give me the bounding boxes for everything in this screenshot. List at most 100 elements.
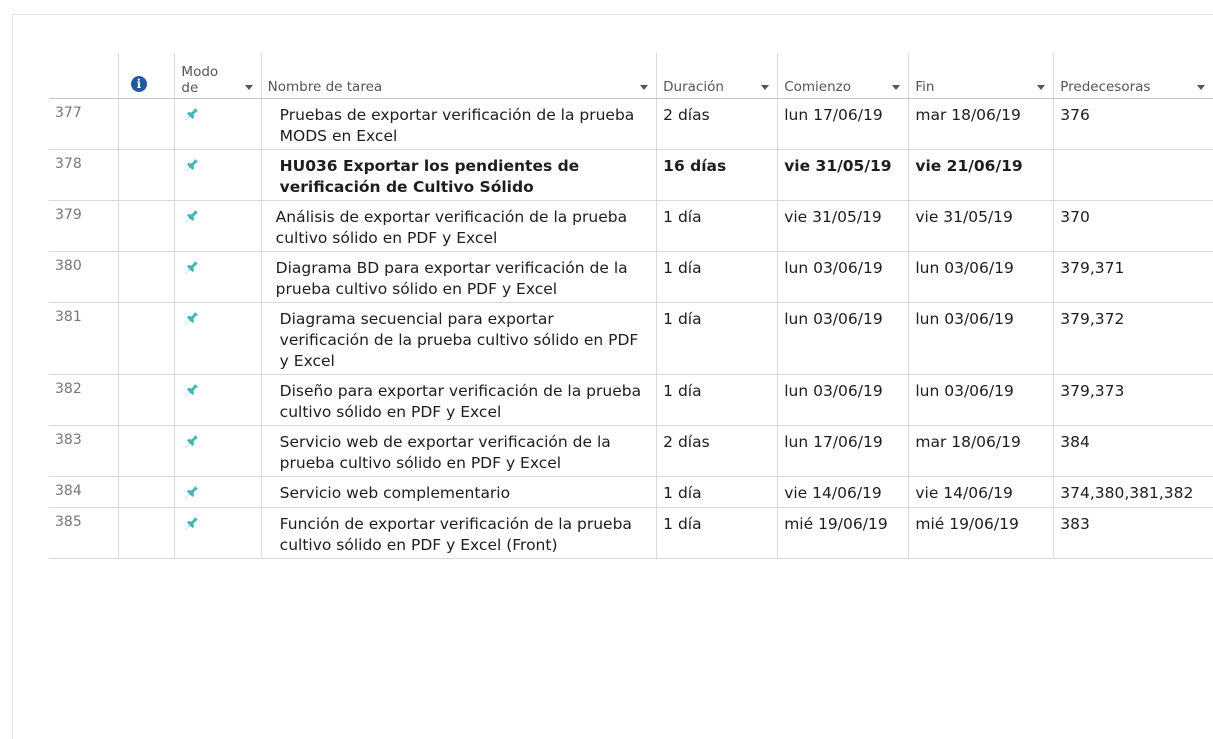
header-row-number[interactable]: [49, 53, 119, 99]
header-end[interactable]: Fin: [908, 53, 1055, 99]
task-mode-cell[interactable]: [174, 251, 262, 303]
task-predecessors-cell[interactable]: 376: [1053, 98, 1213, 150]
task-end-cell[interactable]: vie 31/05/19: [908, 200, 1055, 252]
task-duration-cell[interactable]: 16 días: [656, 149, 779, 201]
task-start-cell[interactable]: lun 17/06/19: [777, 98, 910, 150]
task-predecessors-cell[interactable]: [1053, 149, 1213, 201]
task-duration-cell[interactable]: 1 día: [656, 302, 779, 375]
task-duration-cell[interactable]: 1 día: [656, 374, 779, 426]
task-end-cell[interactable]: mar 18/06/19: [908, 98, 1055, 150]
task-predecessors-cell[interactable]: 374,380,381,382: [1053, 476, 1213, 508]
task-predecessors-cell[interactable]: 379,373: [1053, 374, 1213, 426]
header-task-mode-line1: Modo: [181, 64, 219, 80]
task-row-number[interactable]: 379: [49, 200, 119, 252]
header-indicators[interactable]: i: [118, 53, 176, 99]
task-row-number[interactable]: 383: [49, 425, 119, 477]
task-end-cell[interactable]: lun 03/06/19: [908, 251, 1055, 303]
task-predecessors-cell[interactable]: 379,371: [1053, 251, 1213, 303]
header-task-name[interactable]: Nombre de tarea: [261, 53, 658, 99]
task-mode-cell[interactable]: [174, 476, 262, 508]
task-end-cell[interactable]: vie 21/06/19: [908, 149, 1055, 201]
task-name-cell[interactable]: Diagrama BD para exportar verificación d…: [261, 251, 658, 303]
task-duration-cell[interactable]: 1 día: [656, 200, 779, 252]
task-duration-cell[interactable]: 1 día: [656, 251, 779, 303]
task-indicators-cell: [118, 200, 176, 252]
task-row[interactable]: 381 Diagrama secuencial para exportar ve…: [49, 302, 1213, 375]
task-duration-cell[interactable]: 1 día: [656, 507, 779, 559]
task-end-cell[interactable]: vie 14/06/19: [908, 476, 1055, 508]
task-end-cell[interactable]: mar 18/06/19: [908, 425, 1055, 477]
task-predecessors-cell[interactable]: 383: [1053, 507, 1213, 559]
task-row[interactable]: 378 HU036 Exportar los pendientes de ver…: [49, 149, 1213, 201]
task-name-cell[interactable]: HU036 Exportar los pendientes de verific…: [261, 149, 658, 201]
task-row-number[interactable]: 382: [49, 374, 119, 426]
task-duration-cell[interactable]: 2 días: [656, 425, 779, 477]
task-row-number[interactable]: 377: [49, 98, 119, 150]
task-name-cell[interactable]: Pruebas de exportar verificación de la p…: [261, 98, 658, 150]
task-start-cell[interactable]: lun 03/06/19: [777, 302, 910, 375]
task-row[interactable]: 377 Pruebas de exportar verificación de …: [49, 98, 1213, 150]
task-end-cell[interactable]: mié 19/06/19: [908, 507, 1055, 559]
task-indicators-cell: [118, 507, 176, 559]
task-predecessors-cell[interactable]: 384: [1053, 425, 1213, 477]
header-start-label: Comienzo: [784, 79, 851, 95]
task-row[interactable]: 384 Servicio web complementario 1 día vi…: [49, 476, 1213, 508]
task-mode-cell[interactable]: [174, 200, 262, 252]
task-row[interactable]: 379 Análisis de exportar verificación de…: [49, 200, 1213, 252]
task-name-cell[interactable]: Análisis de exportar verificación de la …: [261, 200, 658, 252]
header-end-label: Fin: [915, 79, 935, 95]
task-name-cell[interactable]: Función de exportar verificación de la p…: [261, 507, 658, 559]
task-start-cell[interactable]: vie 31/05/19: [777, 149, 910, 201]
header-start[interactable]: Comienzo: [777, 53, 910, 99]
task-indicators-cell: [118, 98, 176, 150]
task-start-cell[interactable]: vie 31/05/19: [777, 200, 910, 252]
task-mode-cell[interactable]: [174, 507, 262, 559]
task-predecessors-cell[interactable]: 379,372: [1053, 302, 1213, 375]
predecessors-dropdown-icon[interactable]: [1197, 85, 1205, 90]
task-name-cell[interactable]: Diseño para exportar verificación de la …: [261, 374, 658, 426]
pushpin-icon: [185, 432, 199, 448]
task-row-number[interactable]: 384: [49, 476, 119, 508]
task-name-dropdown-icon[interactable]: [640, 85, 649, 90]
info-icon: i: [130, 76, 147, 92]
task-start-cell[interactable]: mié 19/06/19: [777, 507, 910, 559]
task-row[interactable]: 382 Diseño para exportar verificación de…: [49, 374, 1213, 426]
pushpin-icon: [185, 483, 199, 499]
task-row[interactable]: 383 Servicio web de exportar verificació…: [49, 425, 1213, 477]
task-duration-cell[interactable]: 1 día: [656, 476, 779, 508]
header-task-mode[interactable]: Modo de: [174, 53, 262, 99]
task-table: i Modo de Nombre de tarea Duración Comie…: [49, 53, 1213, 559]
pushpin-icon: [185, 514, 199, 530]
task-mode-cell[interactable]: [174, 302, 262, 375]
task-name-cell[interactable]: Diagrama secuencial para exportar verifi…: [261, 302, 658, 375]
task-mode-cell[interactable]: [174, 374, 262, 426]
task-row[interactable]: 385 Función de exportar verificación de …: [49, 507, 1213, 559]
start-dropdown-icon[interactable]: [892, 85, 901, 90]
task-start-cell[interactable]: lun 17/06/19: [777, 425, 910, 477]
task-name-cell[interactable]: Servicio web complementario: [261, 476, 658, 508]
task-row-number[interactable]: 385: [49, 507, 119, 559]
task-mode-cell[interactable]: [174, 149, 262, 201]
task-row-number[interactable]: 381: [49, 302, 119, 375]
task-row[interactable]: 380 Diagrama BD para exportar verificaci…: [49, 251, 1213, 303]
task-mode-dropdown-icon[interactable]: [244, 85, 253, 90]
header-duration[interactable]: Duración: [656, 53, 779, 99]
task-row-number[interactable]: 378: [49, 149, 119, 201]
task-start-cell[interactable]: lun 03/06/19: [777, 251, 910, 303]
task-rows: 377 Pruebas de exportar verificación de …: [49, 98, 1213, 559]
end-dropdown-icon[interactable]: [1037, 85, 1046, 90]
task-duration-cell[interactable]: 2 días: [656, 98, 779, 150]
pushpin-icon: [185, 381, 199, 397]
task-mode-cell[interactable]: [174, 425, 262, 477]
task-mode-cell[interactable]: [174, 98, 262, 150]
duration-dropdown-icon[interactable]: [761, 85, 770, 90]
task-row-number[interactable]: 380: [49, 251, 119, 303]
task-start-cell[interactable]: vie 14/06/19: [777, 476, 910, 508]
task-predecessors-cell[interactable]: 370: [1053, 200, 1213, 252]
header-predecessors[interactable]: Predecesoras: [1053, 53, 1213, 99]
header-duration-label: Duración: [663, 79, 724, 95]
task-start-cell[interactable]: lun 03/06/19: [777, 374, 910, 426]
task-end-cell[interactable]: lun 03/06/19: [908, 302, 1055, 375]
task-name-cell[interactable]: Servicio web de exportar verificación de…: [261, 425, 658, 477]
task-end-cell[interactable]: lun 03/06/19: [908, 374, 1055, 426]
